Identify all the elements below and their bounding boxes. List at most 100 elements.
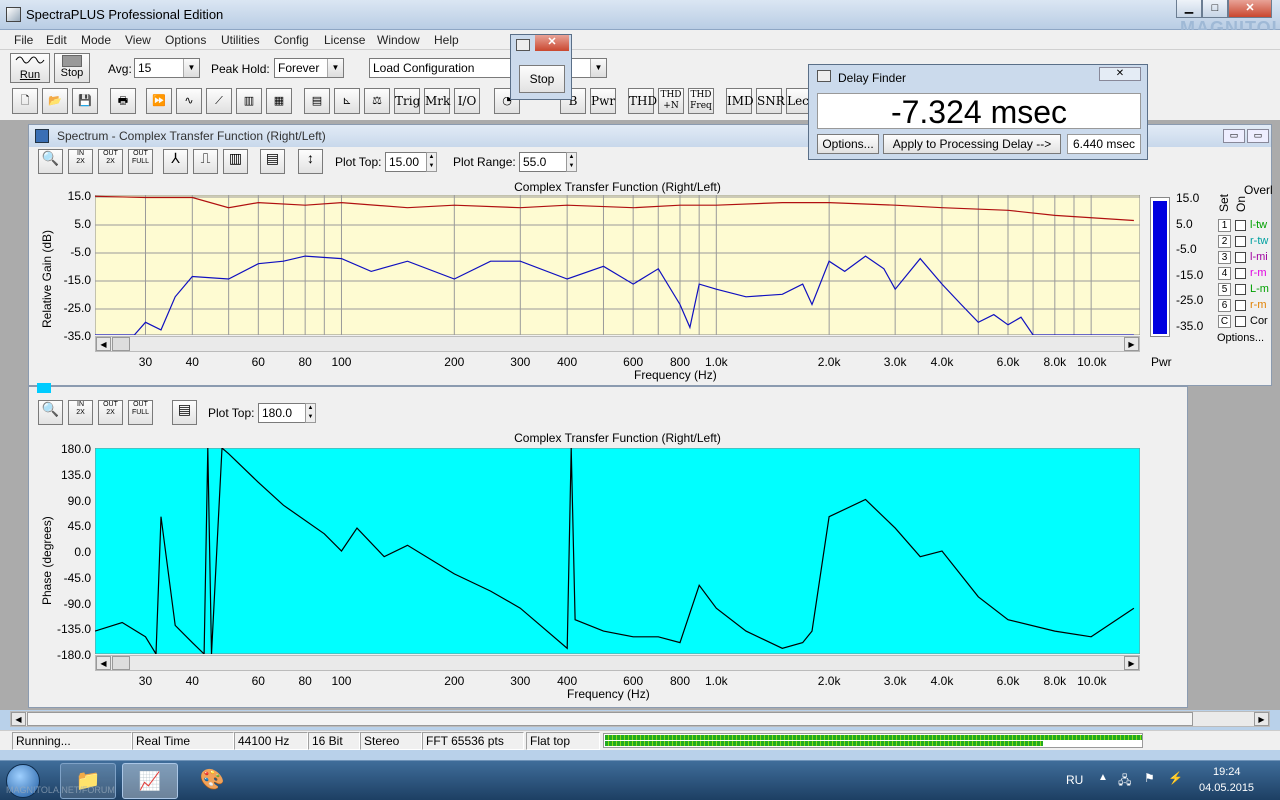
legend-row[interactable]: 1 l-tw — [1218, 219, 1274, 234]
legend-row[interactable]: 4 r-m — [1218, 267, 1274, 282]
menu-window[interactable]: Window — [377, 33, 420, 47]
menu-file[interactable]: File — [14, 33, 33, 47]
clock-time[interactable]: 19:24 — [1213, 766, 1241, 778]
clock-date[interactable]: 04.05.2015 — [1199, 782, 1254, 794]
close-icon[interactable]: ✕ — [1099, 67, 1141, 81]
zoom-out-2x-icon[interactable]: OUT 2X — [98, 149, 123, 174]
paint-taskbar-icon[interactable]: 🎨 — [184, 763, 240, 799]
avg-select[interactable]: 15 ▼ — [134, 58, 200, 78]
scroll-thumb[interactable] — [112, 337, 130, 351]
mdi-scrollbar[interactable]: ◀ ▶ — [10, 711, 1270, 727]
legend-row[interactable]: 5 L-m — [1218, 283, 1274, 298]
spinner-arrows-icon[interactable]: ▲ ▼ — [426, 152, 437, 172]
spinner-arrows-icon[interactable]: ▲ ▼ — [566, 152, 577, 172]
phase-plot[interactable] — [95, 448, 1140, 654]
scroll-left-icon[interactable]: ◀ — [96, 656, 111, 670]
spectrum-plot[interactable] — [95, 195, 1140, 335]
snr-button[interactable]: SNR — [756, 88, 785, 114]
zoom-icon[interactable]: 🔍 — [38, 400, 63, 425]
menu-view[interactable]: View — [125, 33, 151, 47]
scroll-thumb[interactable] — [27, 712, 1193, 726]
mrk-button[interactable]: Mrk — [424, 88, 450, 114]
menu-options[interactable]: Options — [165, 33, 206, 47]
phase-plot-top-input[interactable]: 180.0 ▲ ▼ — [258, 403, 316, 423]
plot-top-input[interactable]: 15.00 ▲ ▼ — [385, 152, 437, 172]
thd-n-button[interactable]: THD +N — [658, 88, 684, 114]
fast-forward-icon[interactable]: ⏩ — [146, 88, 172, 114]
zoom-icon[interactable]: 🔍 — [38, 149, 63, 174]
scroll-left-icon[interactable]: ◀ — [96, 337, 111, 351]
overlay-options-button[interactable]: Options... — [1217, 332, 1272, 348]
scroll-left-icon[interactable]: ◀ — [11, 712, 26, 726]
lec-button[interactable]: Lec — [786, 88, 810, 114]
close-icon[interactable]: ✕ — [535, 35, 569, 51]
legend-checkbox[interactable] — [1235, 252, 1246, 263]
menu-edit[interactable]: Edit — [46, 33, 67, 47]
scale-icon[interactable]: ⚖ — [364, 88, 390, 114]
time-series-icon[interactable]: ∿ — [176, 88, 202, 114]
menu-utilities[interactable]: Utilities — [221, 33, 260, 47]
delay-options-button[interactable]: Options... — [817, 134, 879, 154]
spectraplus-taskbar-icon[interactable]: 📈 — [122, 763, 178, 799]
network-icon[interactable]: 🖧 — [1118, 771, 1131, 792]
tray-expand-icon[interactable]: ▲ — [1098, 772, 1108, 783]
table-icon[interactable]: ▤ — [172, 400, 197, 425]
legend-row[interactable]: 2 r-tw — [1218, 235, 1274, 250]
waveform-icon[interactable]: ⟋ — [206, 88, 232, 114]
run-button[interactable]: Run — [10, 53, 50, 83]
io-button[interactable]: I/O — [454, 88, 480, 114]
zoom-out-full-icon[interactable]: OUT FULL — [128, 149, 153, 174]
spectrum-scrollbar[interactable]: ◀ ▶ — [95, 336, 1140, 352]
minimize-icon[interactable]: ▭ — [1223, 129, 1245, 143]
print-icon[interactable]: 🖶 — [110, 88, 136, 114]
legend-checkbox[interactable] — [1235, 236, 1246, 247]
apply-delay-button[interactable]: Apply to Processing Delay --> — [883, 134, 1061, 154]
legend-checkbox[interactable] — [1235, 300, 1246, 311]
step-plot-icon[interactable]: ⎍ — [193, 149, 218, 174]
axis-icon[interactable]: ⊾ — [334, 88, 360, 114]
pwr-button[interactable]: Pwr — [590, 88, 616, 114]
language-indicator[interactable]: RU — [1066, 773, 1083, 787]
calculator-icon[interactable]: ▤ — [304, 88, 330, 114]
plot-range-input[interactable]: 55.0 ▲ ▼ — [519, 152, 577, 172]
range-icon[interactable]: ↕ — [298, 149, 323, 174]
legend-row[interactable]: 6 r-m — [1218, 299, 1274, 314]
popup-stop-button[interactable]: Stop — [519, 65, 565, 93]
spinner-arrows-icon[interactable]: ▲ ▼ — [305, 403, 316, 423]
bar-plot-icon[interactable]: ▥ — [223, 149, 248, 174]
spectrogram-icon[interactable]: ▥ — [236, 88, 262, 114]
zoom-in-2x-icon[interactable]: IN 2X — [68, 400, 93, 425]
legend-row[interactable]: C Cor — [1218, 315, 1274, 330]
action-center-icon[interactable]: ⚑ — [1144, 771, 1155, 785]
legend-row[interactable]: 3 l-mi — [1218, 251, 1274, 266]
menu-config[interactable]: Config — [274, 33, 309, 47]
3d-surface-icon[interactable]: ▦ — [266, 88, 292, 114]
scroll-right-icon[interactable]: ▶ — [1124, 337, 1139, 351]
new-file-icon[interactable]: 🗋 — [12, 88, 38, 114]
close-button[interactable]: ✕ — [1228, 0, 1272, 18]
scroll-thumb[interactable] — [112, 656, 130, 670]
restore-icon[interactable]: ▭ — [1247, 129, 1269, 143]
legend-checkbox[interactable] — [1235, 316, 1246, 327]
zoom-in-2x-icon[interactable]: IN 2X — [68, 149, 93, 174]
zoom-out-2x-icon[interactable]: OUT 2X — [98, 400, 123, 425]
imd-button[interactable]: IMD — [726, 88, 754, 114]
menu-help[interactable]: Help — [434, 33, 459, 47]
stop-button[interactable]: Stop — [54, 53, 90, 83]
legend-checkbox[interactable] — [1235, 284, 1246, 295]
thd-freq-button[interactable]: THD Freq — [688, 88, 714, 114]
processing-delay-field[interactable]: 6.440 msec — [1067, 134, 1141, 154]
thd-button[interactable]: THD — [628, 88, 657, 114]
maximize-button[interactable]: □ — [1202, 0, 1228, 18]
legend-checkbox[interactable] — [1235, 268, 1246, 279]
legend-checkbox[interactable] — [1235, 220, 1246, 231]
scroll-right-icon[interactable]: ▶ — [1254, 712, 1269, 726]
trig-button[interactable]: Trig — [394, 88, 420, 114]
scroll-right-icon[interactable]: ▶ — [1124, 656, 1139, 670]
menu-license[interactable]: License — [324, 33, 365, 47]
menu-mode[interactable]: Mode — [81, 33, 111, 47]
line-plot-icon[interactable]: ⅄ — [163, 149, 188, 174]
minimize-button[interactable]: ▁ — [1176, 0, 1202, 18]
table-icon[interactable]: ▤ — [260, 149, 285, 174]
open-folder-icon[interactable]: 📂 — [42, 88, 68, 114]
